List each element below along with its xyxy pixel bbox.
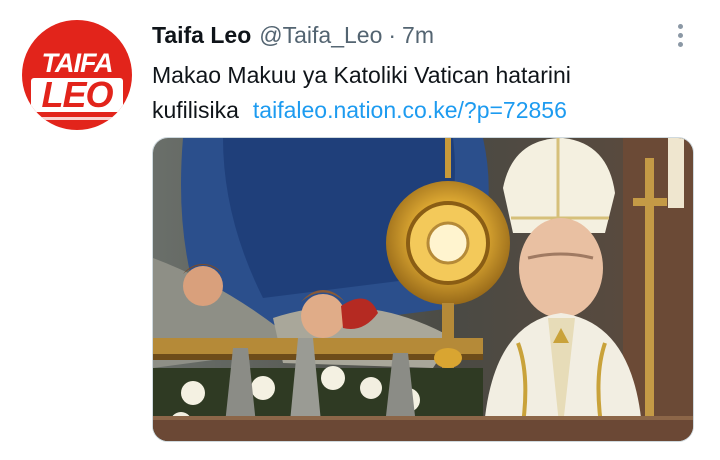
logo-strip <box>36 117 118 120</box>
author-name[interactable]: Taifa Leo <box>152 22 251 49</box>
more-vertical-icon <box>677 41 683 47</box>
tweet[interactable]: TAIFA LEO Taifa Leo @Taifa_Leo · 7m Maka… <box>0 0 720 460</box>
logo-text-leo: LEO <box>31 77 123 113</box>
tweet-timestamp[interactable]: 7m <box>402 22 434 49</box>
tweet-media-image[interactable] <box>152 137 694 442</box>
more-options-button[interactable] <box>668 20 692 50</box>
tweet-text: Makao Makuu ya Katoliki Vatican hatarini… <box>152 58 672 128</box>
tweet-header: Taifa Leo @Taifa_Leo · 7m <box>152 22 434 52</box>
separator-dot: · <box>388 22 397 48</box>
tweet-link[interactable]: taifaleo.nation.co.ke/?p=72856 <box>253 97 567 123</box>
avatar[interactable]: TAIFA LEO <box>22 20 132 130</box>
author-handle[interactable]: @Taifa_Leo <box>259 22 382 49</box>
more-vertical-icon <box>677 23 683 29</box>
more-vertical-icon <box>677 32 683 38</box>
pope-monstrance-photo <box>153 138 693 441</box>
